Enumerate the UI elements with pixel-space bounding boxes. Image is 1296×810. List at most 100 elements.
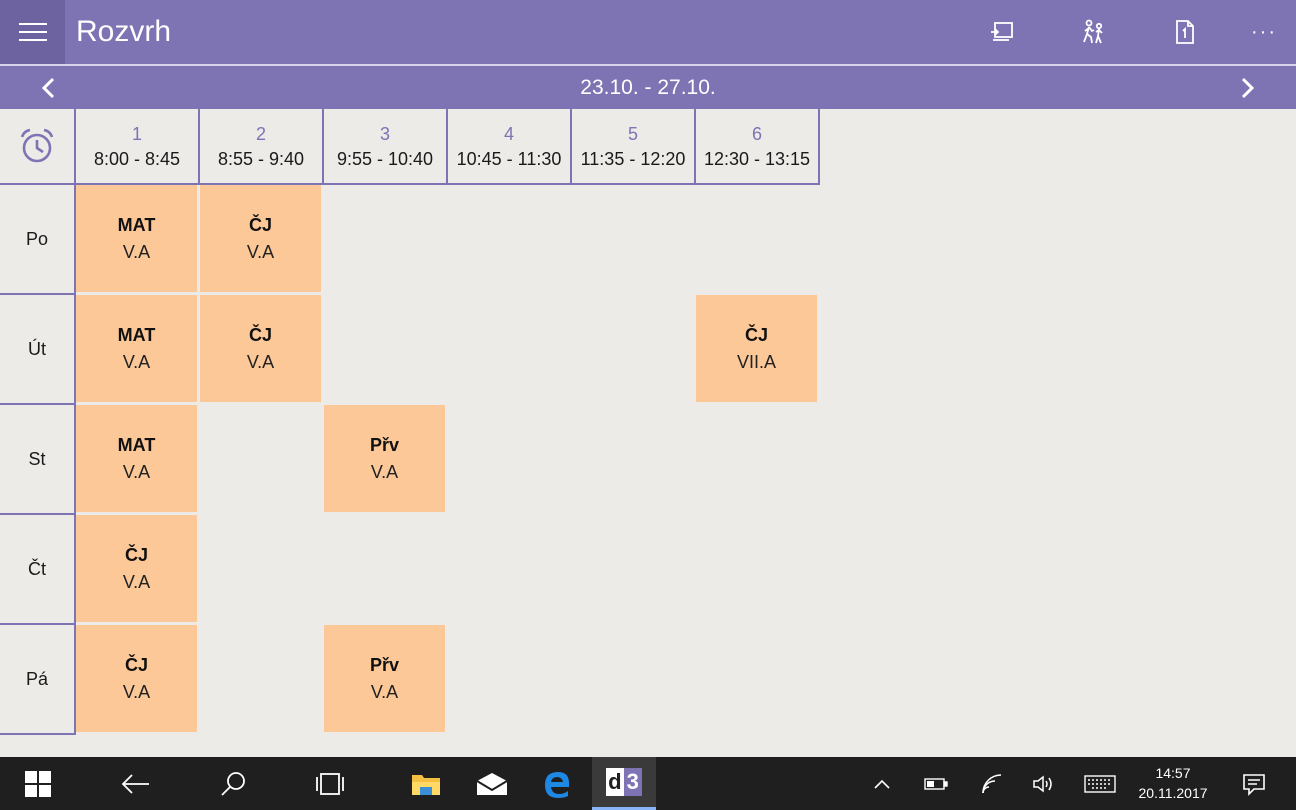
period-number: 2	[255, 124, 266, 144]
lesson-cell[interactable]: ČJ V.A	[76, 625, 197, 732]
lesson-subject: ČJ	[248, 324, 272, 345]
lesson-cell[interactable]: MAT V.A	[76, 295, 197, 402]
timetable-corner	[0, 109, 76, 185]
folder-icon	[412, 774, 440, 795]
day-label: Po	[0, 185, 76, 295]
windows-logo-icon	[25, 770, 51, 797]
day-label: Pá	[0, 625, 76, 735]
clock-date: 20.11.2017	[1138, 785, 1208, 801]
lesson-class: V.A	[370, 461, 399, 482]
period-header: 6 12:30 - 13:15	[696, 109, 820, 185]
clock-time: 14:57	[1155, 765, 1191, 781]
d3-app-label-part: d	[606, 768, 624, 796]
lesson-class: V.A	[246, 351, 275, 372]
lesson-class: V.A	[122, 571, 151, 592]
notification-icon	[1243, 773, 1265, 796]
substitutions-button[interactable]	[970, 0, 1034, 64]
chevron-right-icon	[1241, 77, 1255, 98]
lesson-cell[interactable]: ČJ V.A	[200, 295, 321, 402]
document-icon	[1176, 20, 1194, 44]
lesson-subject: ČJ	[124, 654, 148, 675]
volume-button[interactable]	[1026, 757, 1062, 810]
day-label: St	[0, 405, 76, 515]
week-range: 23.10. - 27.10.	[580, 76, 716, 99]
d3-app-icon: d3	[606, 768, 642, 796]
task-view-icon	[316, 772, 344, 795]
mail-button[interactable]	[466, 757, 518, 810]
day-label: Čt	[0, 515, 76, 625]
file-explorer-button[interactable]	[400, 757, 452, 810]
period-time: 11:35 - 12:20	[580, 149, 686, 169]
back-button[interactable]	[110, 757, 162, 810]
period-number: 6	[751, 124, 762, 144]
period-time: 9:55 - 10:40	[336, 149, 434, 169]
lesson-class: VII.A	[736, 351, 776, 372]
substitutions-icon	[991, 22, 1013, 41]
lesson-cell[interactable]: MAT V.A	[76, 405, 197, 512]
app-header: Rozvrh ···	[0, 0, 1296, 64]
period-number: 1	[131, 124, 142, 144]
lesson-cell[interactable]: ČJ VII.A	[696, 295, 817, 402]
system-clock[interactable]: 14:57 20.11.2017	[1128, 763, 1218, 803]
people-walking-icon	[1083, 19, 1103, 44]
period-number: 4	[503, 124, 514, 144]
menu-button[interactable]	[0, 0, 65, 64]
keyboard-icon	[1084, 774, 1116, 793]
period-header: 4 10:45 - 11:30	[448, 109, 572, 185]
speaker-icon	[1033, 774, 1052, 793]
lesson-cell[interactable]: Přv V.A	[324, 625, 445, 732]
search-icon	[221, 771, 245, 796]
lesson-class: V.A	[246, 241, 275, 262]
touch-keyboard-button[interactable]	[1078, 757, 1122, 810]
period-time: 12:30 - 13:15	[703, 149, 811, 169]
document-button[interactable]	[1153, 0, 1217, 64]
students-button[interactable]	[1062, 0, 1126, 64]
arrow-left-icon	[121, 773, 149, 794]
more-button[interactable]: ···	[1232, 0, 1296, 64]
lesson-cell[interactable]: ČJ V.A	[76, 515, 197, 622]
period-header: 3 9:55 - 10:40	[324, 109, 448, 185]
lesson-subject: Přv	[369, 654, 400, 675]
task-view-button[interactable]	[304, 757, 356, 810]
day-label: Út	[0, 295, 76, 405]
period-time: 8:00 - 8:45	[93, 149, 181, 169]
windows-taskbar: d3 d3 14:57	[0, 757, 1296, 810]
lesson-class: V.A	[370, 681, 399, 702]
lesson-class: V.A	[122, 351, 151, 372]
lesson-subject: ČJ	[248, 214, 272, 235]
page-title: Rozvrh	[76, 15, 172, 48]
search-button[interactable]	[207, 757, 259, 810]
more-icon: ···	[1251, 20, 1277, 43]
lesson-subject: Přv	[369, 434, 400, 455]
week-navigator: 23.10. - 27.10.	[0, 66, 1296, 109]
next-week-button[interactable]	[1226, 66, 1270, 109]
d3-app-button[interactable]: d3 d3	[592, 757, 656, 810]
show-hidden-icons-button[interactable]	[866, 757, 898, 810]
alarm-clock-icon	[20, 128, 54, 163]
edge-icon	[545, 771, 569, 798]
period-header: 2 8:55 - 9:40	[200, 109, 324, 185]
action-center-button[interactable]	[1232, 757, 1276, 810]
lesson-cell[interactable]: ČJ V.A	[200, 185, 321, 292]
battery-icon	[924, 777, 948, 790]
wifi-icon	[982, 773, 1002, 793]
period-header: 5 11:35 - 12:20	[572, 109, 696, 185]
period-time: 10:45 - 11:30	[456, 149, 562, 169]
period-number: 3	[379, 124, 390, 144]
mail-icon	[476, 772, 508, 795]
lesson-cell[interactable]: Přv V.A	[324, 405, 445, 512]
lesson-subject: MAT	[117, 324, 156, 345]
lesson-subject: MAT	[117, 214, 156, 235]
start-button[interactable]	[12, 757, 64, 810]
battery-button[interactable]	[918, 757, 954, 810]
timetable-grid: 1 8:00 - 8:45 2 8:55 - 9:40 3 9:55 - 10:40 4 10…	[0, 109, 1296, 757]
hamburger-icon	[18, 23, 47, 41]
lesson-class: V.A	[122, 681, 151, 702]
network-button[interactable]	[974, 757, 1010, 810]
lesson-class: V.A	[122, 241, 151, 262]
edge-browser-button[interactable]	[531, 757, 583, 810]
lesson-cell[interactable]: MAT V.A	[76, 185, 197, 292]
lesson-subject: MAT	[117, 434, 156, 455]
lesson-subject: ČJ	[124, 544, 148, 565]
period-time: 8:55 - 9:40	[217, 149, 305, 169]
